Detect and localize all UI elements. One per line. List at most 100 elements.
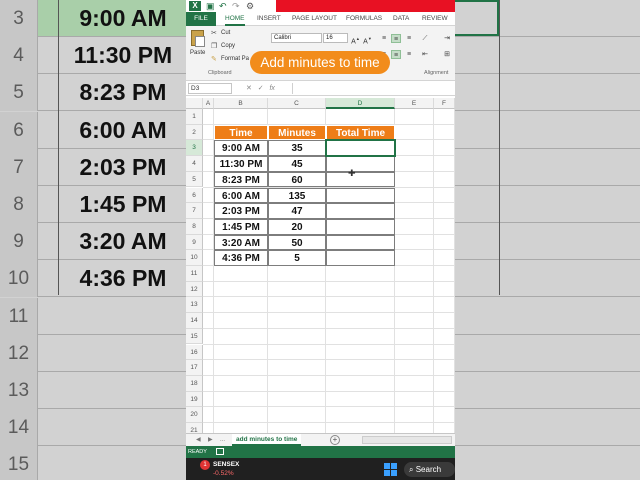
table-cell-total[interactable] (326, 187, 395, 204)
table-header-c[interactable]: Minutes (268, 124, 326, 141)
table-header-d[interactable]: Total Time (326, 124, 395, 141)
tab-home[interactable]: HOME (225, 12, 245, 26)
align-top-icon[interactable]: ≡ (379, 34, 389, 43)
sheet-tab-active[interactable]: add minutes to time (232, 434, 302, 446)
save-icon[interactable]: ▣ (206, 1, 215, 11)
table-cell-minutes[interactable]: 35 (268, 140, 326, 157)
decrease-indent-icon[interactable]: ⇤ (420, 50, 430, 59)
row-header[interactable]: 7 (186, 203, 203, 219)
table-cell-minutes[interactable]: 20 (268, 218, 326, 235)
table-cell-time[interactable]: 2:03 PM (214, 203, 268, 219)
font-size-select[interactable]: 16 (323, 33, 348, 43)
table-cell-total[interactable] (326, 171, 395, 188)
row-header[interactable]: 2 (186, 124, 203, 141)
row-header[interactable]: 10 (186, 250, 203, 266)
tab-file[interactable]: FILE (186, 12, 216, 26)
copy-button[interactable]: Copy (221, 43, 235, 49)
increase-font-icon[interactable]: A▲ (351, 34, 360, 45)
undo-icon[interactable]: ↶ (219, 1, 227, 11)
taskbar-search[interactable]: ⌕ Search (404, 462, 455, 477)
row-header[interactable]: 11 (186, 266, 203, 282)
row-header[interactable]: 16 (186, 344, 203, 361)
formula-input[interactable] (292, 83, 452, 94)
column-header-a[interactable]: A (203, 98, 214, 109)
column-header-e[interactable]: E (395, 98, 434, 109)
tab-data[interactable]: DATA (393, 12, 409, 26)
table-cell-time[interactable]: 9:00 AM (214, 140, 268, 157)
table-cell-total[interactable] (326, 234, 395, 251)
table-cell-total[interactable] (326, 203, 395, 219)
redo-icon[interactable]: ↷ (232, 1, 240, 11)
stock-widget-icon[interactable]: 1 (200, 460, 210, 470)
format-painter-button[interactable]: Format Pa (221, 56, 249, 62)
column-header-d[interactable]: D (326, 98, 395, 109)
cancel-icon[interactable]: ✕ (246, 85, 252, 92)
row-header[interactable]: 4 (186, 156, 203, 172)
row-header[interactable]: 18 (186, 375, 203, 392)
active-cell-border[interactable] (325, 139, 396, 158)
horizontal-scrollbar[interactable] (362, 436, 452, 444)
row-header[interactable]: 15 (186, 328, 203, 345)
table-cell-time[interactable]: 4:36 PM (214, 250, 268, 266)
column-header-c[interactable]: C (268, 98, 326, 109)
cut-icon[interactable]: ✂ (211, 29, 217, 37)
row-header[interactable]: 14 (186, 313, 203, 329)
row-header[interactable]: 9 (186, 234, 203, 251)
sheet-nav-more[interactable]: ... (220, 435, 225, 446)
enter-icon[interactable]: ✓ (258, 85, 264, 92)
align-center-icon[interactable]: ≡ (391, 50, 401, 59)
table-cell-total[interactable] (326, 250, 395, 266)
align-bottom-icon[interactable]: ≡ (404, 34, 414, 43)
table-cell-time[interactable]: 11:30 PM (214, 156, 268, 172)
column-header-b[interactable]: B (214, 98, 268, 109)
row-header[interactable]: 12 (186, 281, 203, 298)
paste-button[interactable]: Paste (190, 50, 205, 56)
tab-formulas[interactable]: FORMULAS (346, 12, 382, 26)
format-painter-icon[interactable]: ✎ (211, 55, 217, 63)
insert-function-icon[interactable]: fx (269, 85, 274, 92)
merge-center-icon[interactable]: ⊞ (442, 50, 452, 59)
customize-toolbar-icon[interactable]: ⚙ (246, 1, 254, 11)
macro-record-icon[interactable] (216, 448, 224, 455)
table-cell-minutes[interactable]: 135 (268, 187, 326, 204)
row-header[interactable]: 20 (186, 407, 203, 423)
table-cell-minutes[interactable]: 50 (268, 234, 326, 251)
table-cell-total[interactable] (326, 218, 395, 235)
paste-icon[interactable] (191, 30, 205, 47)
table-cell-total[interactable] (326, 156, 395, 172)
worksheet-grid[interactable]: A B C D E F 1 2 3 4 5 6 7 8 9 10 11 12 13 14 15 16 17 18 19 20 21 T… (186, 98, 455, 433)
decrease-font-icon[interactable]: A▼ (363, 34, 372, 45)
windows-start-icon[interactable] (384, 463, 397, 476)
font-name-select[interactable]: Calibri (271, 33, 322, 43)
table-cell-time[interactable]: 8:23 PM (214, 171, 268, 188)
add-sheet-button[interactable]: + (330, 435, 340, 445)
column-header-f[interactable]: F (434, 98, 455, 109)
copy-icon[interactable]: ❐ (211, 42, 217, 50)
table-cell-time[interactable]: 1:45 PM (214, 218, 268, 235)
table-header-b[interactable]: Time (214, 124, 268, 141)
table-cell-time[interactable]: 6:00 AM (214, 187, 268, 204)
align-middle-icon[interactable]: ≡ (391, 34, 401, 43)
select-all-corner[interactable] (186, 98, 203, 109)
cut-button[interactable]: Cut (221, 30, 230, 36)
row-header[interactable]: 13 (186, 297, 203, 314)
table-cell-minutes[interactable]: 60 (268, 171, 326, 188)
row-header[interactable]: 3 (186, 140, 203, 157)
row-header[interactable]: 1 (186, 109, 203, 125)
orientation-icon[interactable]: ⟋ (420, 34, 430, 43)
table-cell-minutes[interactable]: 47 (268, 203, 326, 219)
wrap-text-icon[interactable]: ⇥ (442, 34, 452, 43)
table-cell-minutes[interactable]: 5 (268, 250, 326, 266)
table-cell-time[interactable]: 3:20 AM (214, 234, 268, 251)
align-right-icon[interactable]: ≡ (404, 50, 414, 59)
stock-widget-name[interactable]: SENSEX (213, 461, 239, 468)
row-header[interactable]: 8 (186, 218, 203, 235)
row-header[interactable]: 5 (186, 171, 203, 188)
row-header[interactable]: 19 (186, 391, 203, 408)
tab-review[interactable]: REVIEW (422, 12, 448, 26)
table-cell-minutes[interactable]: 45 (268, 156, 326, 172)
row-header[interactable]: 6 (186, 187, 203, 204)
tab-insert[interactable]: INSERT (257, 12, 281, 26)
row-header[interactable]: 17 (186, 360, 203, 376)
name-box[interactable]: D3 (188, 83, 232, 94)
